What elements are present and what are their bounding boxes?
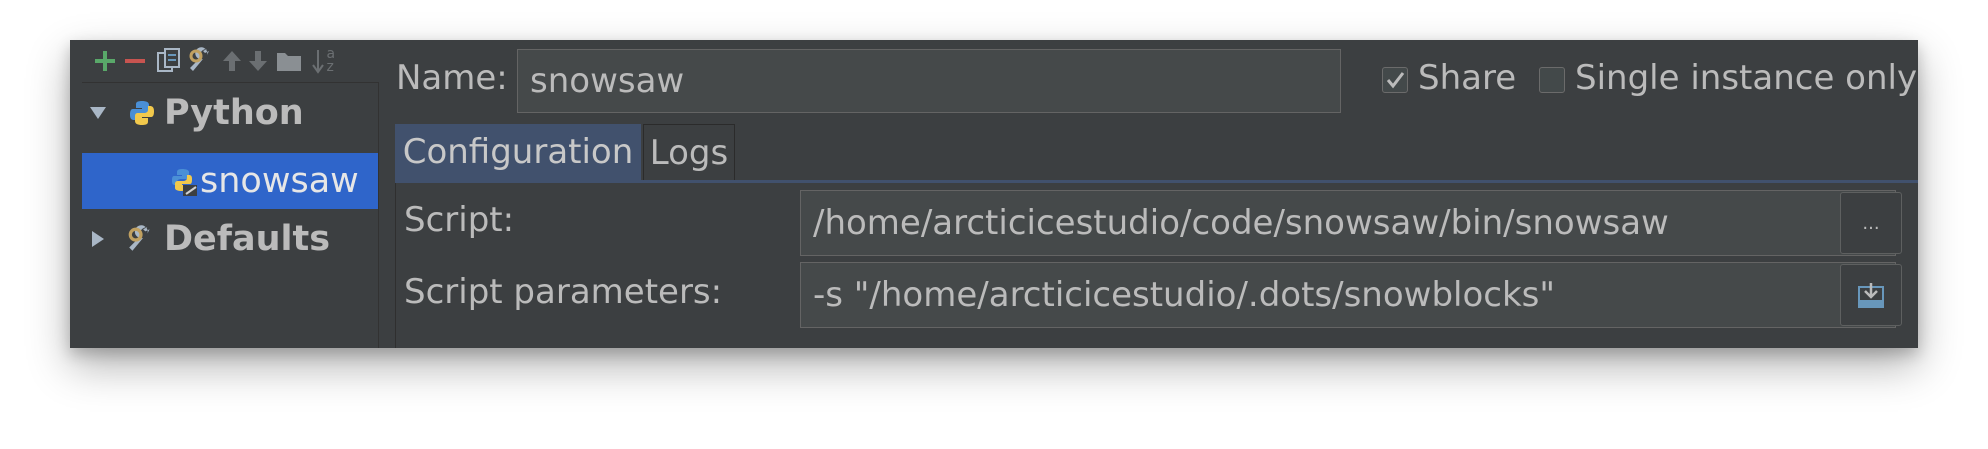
- browse-button[interactable]: ...: [1840, 192, 1902, 254]
- share-label: Share: [1418, 58, 1517, 98]
- python-icon: [128, 99, 156, 131]
- python-script-icon: [170, 167, 198, 201]
- tree-item-label: Python: [164, 93, 304, 133]
- run-configurations-dialog: az Python snowsaw Defaults Name: snowsaw…: [70, 40, 1918, 348]
- tree-item-label: Defaults: [164, 219, 331, 259]
- checkmark-icon: [1386, 72, 1405, 89]
- script-label: Script:: [404, 200, 515, 240]
- tree-item-snowsaw[interactable]: snowsaw: [82, 153, 378, 209]
- expand-field-icon: [1858, 283, 1884, 308]
- remove-icon[interactable]: [122, 40, 148, 82]
- tree-item-label: snowsaw: [200, 161, 359, 201]
- single-instance-checkbox[interactable]: [1539, 67, 1565, 93]
- single-instance-label: Single instance only: [1575, 58, 1918, 98]
- copy-icon[interactable]: [156, 40, 182, 82]
- script-parameters-label: Script parameters:: [404, 272, 723, 312]
- name-field[interactable]: snowsaw: [517, 49, 1341, 113]
- share-checkbox[interactable]: [1382, 67, 1408, 93]
- name-label: Name:: [396, 58, 508, 98]
- script-field[interactable]: /home/arcticicestudio/code/snowsaw/bin/s…: [800, 190, 1896, 256]
- tab-configuration[interactable]: Configuration: [395, 124, 641, 180]
- add-icon[interactable]: [92, 40, 118, 82]
- expand-arrow-icon[interactable]: [90, 107, 106, 119]
- tree-item-defaults[interactable]: Defaults: [82, 211, 378, 267]
- expand-parameters-button[interactable]: [1840, 264, 1902, 326]
- tree-item-python[interactable]: Python: [82, 85, 378, 141]
- move-down-icon[interactable]: [246, 40, 270, 82]
- move-up-icon[interactable]: [220, 40, 244, 82]
- tab-logs[interactable]: Logs: [643, 124, 735, 180]
- configurations-sidebar: az Python snowsaw Defaults: [82, 40, 380, 348]
- configurations-tree: Python snowsaw Defaults: [82, 82, 379, 348]
- configurations-toolbar: az: [82, 40, 380, 82]
- wrench-icon: [126, 225, 156, 259]
- sort-icon[interactable]: az: [308, 40, 340, 82]
- script-parameters-field[interactable]: -s "/home/arcticicestudio/.dots/snowbloc…: [800, 262, 1896, 328]
- sort-letters: az: [326, 46, 336, 75]
- collapse-arrow-icon[interactable]: [92, 231, 104, 247]
- wrench-icon[interactable]: [186, 40, 216, 82]
- folder-icon[interactable]: [274, 40, 304, 82]
